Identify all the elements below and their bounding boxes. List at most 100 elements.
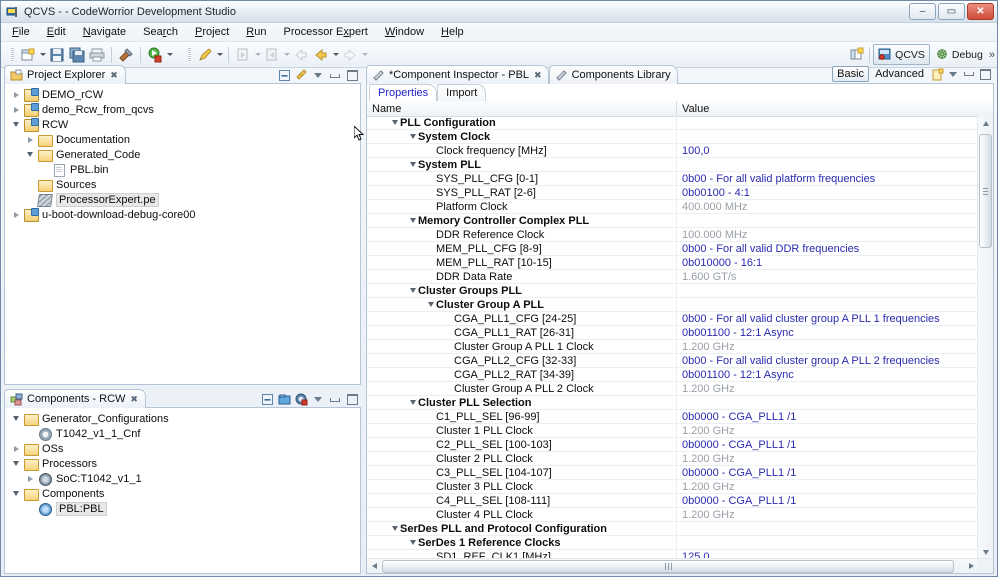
row-value-cell[interactable]: 0b0000 - CGA_PLL1 /1: [677, 410, 978, 424]
table-row[interactable]: SerDes PLL and Protocol Configuration: [367, 521, 978, 536]
row-twisty[interactable]: [407, 214, 418, 228]
table-row[interactable]: CGA_PLL2_CFG [32-33] 0b00 - For all valid…: [367, 353, 978, 368]
row-value-cell[interactable]: [677, 158, 978, 172]
maximize-icon[interactable]: [345, 69, 359, 82]
minimize-icon[interactable]: [328, 69, 342, 82]
row-name-cell[interactable]: C2_PLL_SEL [100-103]: [367, 437, 677, 452]
table-row[interactable]: Memory Controller Complex PLL: [367, 213, 978, 228]
minimize-icon[interactable]: [962, 68, 976, 81]
tree-twisty-expanded[interactable]: [9, 117, 23, 132]
row-name-cell[interactable]: Cluster Group A PLL 2 Clock: [367, 381, 677, 396]
row-name-cell[interactable]: CGA_PLL1_CFG [24-25]: [367, 311, 677, 326]
table-row[interactable]: Cluster 2 PLL Clock 1.200 GHz: [367, 451, 978, 466]
row-value-cell[interactable]: 0b0000 - CGA_PLL1 /1: [677, 438, 978, 452]
table-row[interactable]: Cluster 3 PLL Clock 1.200 GHz: [367, 479, 978, 494]
row-twisty[interactable]: [389, 522, 400, 536]
perspective-debug[interactable]: Debug: [930, 44, 988, 65]
row-twisty[interactable]: [407, 536, 418, 550]
link-with-editor-icon[interactable]: [294, 69, 308, 82]
menu-file[interactable]: File: [12, 26, 30, 38]
row-name-cell[interactable]: DDR Reference Clock: [367, 227, 677, 242]
row-name-cell[interactable]: Cluster 2 PLL Clock: [367, 451, 677, 466]
tree-twisty-expanded[interactable]: [9, 411, 23, 426]
view-menu-icon[interactable]: [946, 68, 960, 81]
tab-components-library[interactable]: Components Library: [548, 65, 678, 84]
tree-node[interactable]: T1042_v1_1_Cnf: [5, 426, 360, 441]
row-value-cell[interactable]: 1.200 GHz: [677, 382, 978, 396]
row-value-cell[interactable]: 1.200 GHz: [677, 508, 978, 522]
save-icon[interactable]: [47, 45, 67, 65]
table-row[interactable]: SYS_PLL_CFG [0-1] 0b00 - For all valid pl…: [367, 171, 978, 186]
menu-project[interactable]: Project: [195, 26, 229, 38]
add-component-icon[interactable]: [277, 393, 291, 406]
tree-node[interactable]: demo_Rcw_from_qcvs: [5, 102, 360, 117]
table-row[interactable]: System PLL: [367, 157, 978, 172]
debug-dropdown-icon[interactable]: [165, 45, 174, 65]
row-name-cell[interactable]: System Clock: [367, 129, 677, 144]
row-name-cell[interactable]: Cluster Group A PLL: [367, 297, 677, 312]
row-value-cell[interactable]: 0b00 - For all valid platform frequencie…: [677, 172, 978, 186]
row-name-cell[interactable]: Cluster Groups PLL: [367, 283, 677, 298]
row-name-cell[interactable]: DDR Data Rate: [367, 269, 677, 284]
perspective-overflow-icon[interactable]: »: [989, 49, 995, 61]
tree-twisty-expanded[interactable]: [9, 456, 23, 471]
backward-icon[interactable]: [311, 45, 331, 65]
tree-twisty-collapsed[interactable]: [9, 87, 23, 102]
collapse-all-icon[interactable]: [277, 69, 291, 82]
row-value-cell[interactable]: 1.200 GHz: [677, 340, 978, 354]
row-name-cell[interactable]: SYS_PLL_CFG [0-1]: [367, 171, 677, 186]
table-row[interactable]: MEM_PLL_RAT [10-15] 0b010000 - 16:1: [367, 255, 978, 270]
row-name-cell[interactable]: CGA_PLL1_RAT [26-31]: [367, 325, 677, 340]
row-value-cell[interactable]: 100,0: [677, 144, 978, 158]
table-row[interactable]: CGA_PLL1_CFG [24-25] 0b00 - For all valid…: [367, 311, 978, 326]
table-row[interactable]: PLL Configuration: [367, 116, 978, 130]
menu-search[interactable]: Search: [143, 26, 178, 38]
inner-tab-import[interactable]: Import: [437, 84, 487, 101]
tab-project-explorer[interactable]: Project Explorer ✖: [4, 65, 126, 84]
row-twisty[interactable]: [407, 130, 418, 144]
view-menu-icon[interactable]: [311, 393, 325, 406]
tab-component-inspector[interactable]: *Component Inspector - PBL ✖: [366, 65, 549, 84]
project-explorer-close-icon[interactable]: ✖: [110, 70, 118, 81]
new-wizard-dropdown-icon[interactable]: [38, 45, 47, 65]
row-value-cell[interactable]: 0b00 - For all valid cluster group A PLL…: [677, 354, 978, 368]
row-name-cell[interactable]: SerDes 1 Reference Clocks: [367, 535, 677, 550]
tree-node[interactable]: ProcessorExpert.pe: [5, 192, 360, 207]
row-name-cell[interactable]: SerDes PLL and Protocol Configuration: [367, 521, 677, 536]
tree-node[interactable]: RCW: [5, 117, 360, 132]
component-inspector-close-icon[interactable]: ✖: [534, 70, 542, 81]
tree-twisty-collapsed[interactable]: [9, 102, 23, 117]
row-name-cell[interactable]: MEM_PLL_CFG [8-9]: [367, 241, 677, 256]
row-value-cell[interactable]: 100.000 MHz: [677, 228, 978, 242]
tree-node[interactable]: Sources: [5, 177, 360, 192]
toolbar-grip-2[interactable]: [188, 47, 191, 62]
maximize-icon[interactable]: [978, 68, 992, 81]
scroll-right-icon[interactable]: [964, 559, 978, 573]
row-value-cell[interactable]: 1.200 GHz: [677, 452, 978, 466]
row-name-cell[interactable]: Memory Controller Complex PLL: [367, 213, 677, 228]
row-twisty[interactable]: [425, 298, 436, 312]
mode-tab-basic[interactable]: Basic: [832, 66, 870, 82]
row-value-cell[interactable]: 0b010000 - 16:1: [677, 256, 978, 270]
scroll-up-icon[interactable]: [978, 116, 993, 130]
table-row[interactable]: CGA_PLL2_RAT [34-39] 0b001100 - 12:1 Asyn…: [367, 367, 978, 382]
next-annotation-icon[interactable]: [262, 45, 282, 65]
previous-annotation-icon[interactable]: [233, 45, 253, 65]
properties-horizontal-scrollbar[interactable]: [367, 558, 993, 573]
tree-node[interactable]: OSs: [5, 441, 360, 456]
column-header-value[interactable]: Value: [677, 101, 993, 116]
components-close-icon[interactable]: ✖: [130, 394, 138, 405]
table-row[interactable]: System Clock: [367, 129, 978, 144]
mode-tab-advanced[interactable]: Advanced: [871, 67, 928, 81]
row-name-cell[interactable]: System PLL: [367, 157, 677, 172]
tree-node[interactable]: DEMO_rCW: [5, 87, 360, 102]
row-value-cell[interactable]: [677, 116, 978, 130]
tree-node[interactable]: PBL.bin: [5, 162, 360, 177]
row-value-cell[interactable]: [677, 536, 978, 550]
row-name-cell[interactable]: C4_PLL_SEL [108-111]: [367, 493, 677, 508]
table-row[interactable]: Clock frequency [MHz] 100,0: [367, 143, 978, 158]
scroll-left-icon[interactable]: [367, 559, 381, 573]
row-twisty[interactable]: [389, 116, 400, 130]
horizontal-scroll-thumb[interactable]: [382, 560, 954, 573]
row-value-cell[interactable]: [677, 298, 978, 312]
